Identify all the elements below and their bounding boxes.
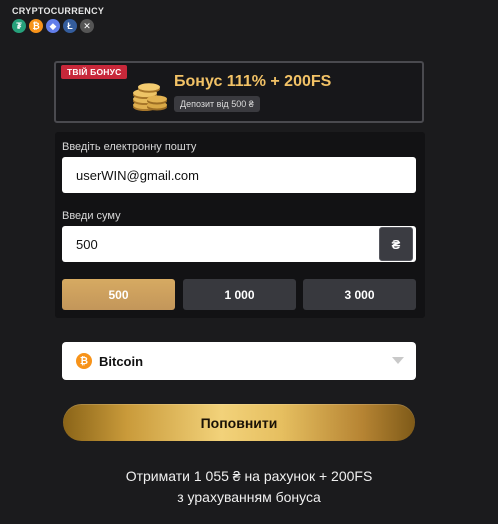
preset-3000-button[interactable]: 3 000: [303, 279, 416, 310]
email-value: userWIN@gmail.com: [76, 167, 199, 183]
bonus-card: ТВІЙ БОНУС Бонус 111% + 200FS Депозит ві…: [54, 61, 424, 123]
tether-icon: ₮: [12, 19, 26, 33]
email-label: Введіть електронну пошту: [62, 141, 197, 153]
header: CRYPTOCURRENCY ₮ ₿ ◆ Ł ✕: [0, 0, 498, 42]
coin-stack-icon: [133, 83, 167, 111]
amount-label: Введи суму: [62, 210, 121, 222]
payment-method-select[interactable]: ₿ Bitcoin: [62, 342, 416, 380]
currency-button[interactable]: ₴: [379, 227, 413, 261]
litecoin-icon: Ł: [63, 19, 77, 33]
bitcoin-icon: ₿: [29, 19, 43, 33]
preset-500-button[interactable]: 500: [62, 279, 175, 310]
deposit-min-badge: Депозит від 500 ₴: [174, 96, 260, 112]
preset-1000-button[interactable]: 1 000: [183, 279, 296, 310]
payment-method-label: Bitcoin: [99, 353, 144, 369]
bitcoin-icon: ₿: [76, 353, 92, 369]
bonus-summary: Отримати 1 055 ₴ на рахунок + 200FS з ур…: [0, 466, 498, 508]
bonus-tag: ТВІЙ БОНУС: [61, 65, 128, 79]
amount-field[interactable]: 500: [62, 226, 416, 262]
chevron-down-icon: [392, 357, 404, 364]
amount-value: 500: [76, 236, 98, 252]
deposit-button[interactable]: Поповнити: [63, 404, 415, 441]
coin-icons: ₮ ₿ ◆ Ł ✕: [12, 19, 94, 33]
ethereum-icon: ◆: [46, 19, 60, 33]
summary-line-2: з урахуванням бонуса: [177, 489, 321, 505]
summary-line-1: Отримати 1 055 ₴ на рахунок + 200FS: [125, 468, 373, 484]
email-field[interactable]: userWIN@gmail.com: [62, 157, 416, 193]
bonus-title: Бонус 111% + 200FS: [174, 73, 332, 90]
xrp-icon: ✕: [80, 19, 94, 33]
crypto-title: CRYPTOCURRENCY: [12, 6, 105, 16]
